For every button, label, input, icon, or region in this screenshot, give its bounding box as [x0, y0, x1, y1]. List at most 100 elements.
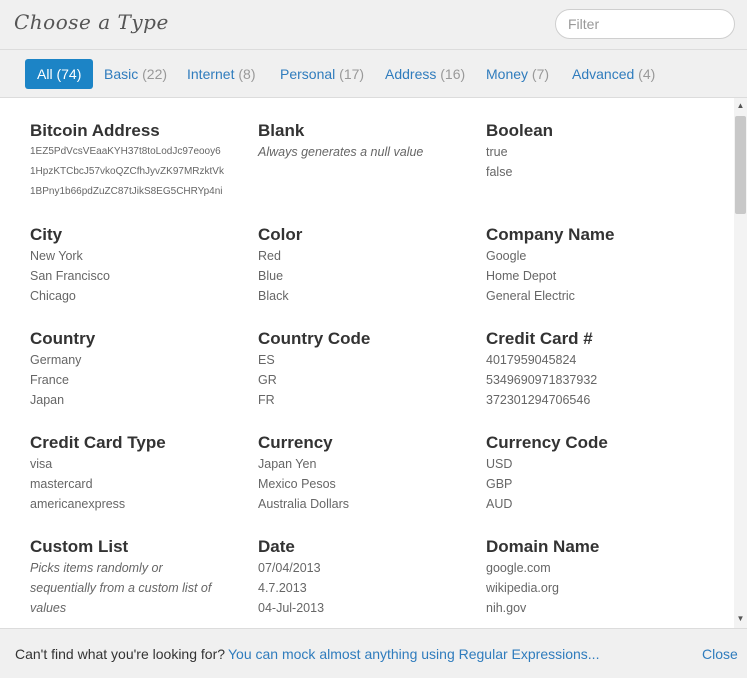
tab-advanced[interactable]: Advanced (4): [560, 59, 667, 89]
type-example: San Francisco: [30, 269, 110, 283]
type-example: GR: [258, 373, 277, 387]
close-button[interactable]: Close: [702, 646, 738, 662]
type-item[interactable]: Credit Card # 4017959045824 534969097183…: [486, 328, 701, 410]
type-example: FR: [258, 393, 275, 407]
scroll-up-arrow-icon[interactable]: ▲: [734, 99, 747, 113]
tab-address[interactable]: Address (16): [373, 59, 477, 89]
type-example: Japan: [30, 393, 65, 407]
tab-count: (17): [339, 66, 365, 82]
type-example: Red: [258, 249, 281, 263]
type-item[interactable]: Custom List Picks items randomly or sequ…: [30, 536, 245, 618]
type-example: Australia Dollars: [258, 497, 350, 511]
category-tabs: All (74) Basic (22) Internet (8) Persona…: [0, 50, 747, 98]
type-name: City: [30, 225, 63, 244]
type-example: americanexpress: [30, 497, 126, 511]
type-description: Picks items randomly or: [30, 561, 163, 575]
dialog-header: Choose a Type: [0, 0, 747, 50]
type-item[interactable]: Domain Name google.com wikipedia.org nih…: [486, 536, 701, 618]
type-name: Bitcoin Address: [30, 121, 160, 140]
footer-text: Can't find what you're looking for?: [15, 646, 226, 662]
tab-count: (22): [142, 66, 168, 82]
type-name: Domain Name: [486, 537, 600, 556]
type-name: Currency: [258, 433, 333, 452]
dialog-footer: Can't find what you're looking for? You …: [0, 628, 747, 678]
type-name: Blank: [258, 121, 305, 140]
type-item[interactable]: City New York San Francisco Chicago: [30, 224, 245, 306]
type-example: google.com: [486, 561, 551, 575]
type-example: false: [486, 165, 513, 179]
type-name: Credit Card Type: [30, 433, 166, 452]
type-example: wikipedia.org: [486, 581, 559, 595]
tab-label: All: [37, 66, 53, 82]
type-example: ES: [258, 353, 275, 367]
type-example: 5349690971837932: [486, 373, 598, 387]
type-example: 1BPny1b66pdZuZC87tJikS8EG5CHRYp4ni: [30, 186, 223, 197]
type-name: Currency Code: [486, 433, 608, 452]
type-example: 372301294706546: [486, 393, 591, 407]
type-name: Country Code: [258, 329, 371, 348]
type-name: Color: [258, 225, 303, 244]
regex-link[interactable]: You can mock almost anything using Regul…: [228, 646, 599, 662]
type-example: nih.gov: [486, 601, 527, 615]
tab-count: (74): [56, 66, 82, 82]
tab-all[interactable]: All (74): [25, 59, 94, 89]
filter-input[interactable]: [555, 9, 735, 39]
tab-label: Address: [385, 66, 437, 82]
type-description: values: [30, 601, 67, 615]
type-example: 4.7.2013: [258, 581, 307, 595]
type-item[interactable]: Credit Card Type visa mastercard america…: [30, 432, 245, 514]
type-example: Home Depot: [486, 269, 557, 283]
type-item[interactable]: Currency Code USD GBP AUD: [486, 432, 701, 514]
type-example: 4017959045824: [486, 353, 577, 367]
type-example: Blue: [258, 269, 284, 283]
tab-count: (7): [531, 66, 550, 82]
type-example: Chicago: [30, 289, 76, 303]
type-example: Mexico Pesos: [258, 477, 336, 491]
tab-count: (16): [440, 66, 466, 82]
type-example: France: [30, 373, 69, 387]
tab-money[interactable]: Money (7): [474, 59, 561, 89]
type-name: Custom List: [30, 537, 129, 556]
type-item[interactable]: Date 07/04/2013 4.7.2013 04-Jul-2013: [258, 536, 473, 618]
tab-basic[interactable]: Basic (22): [92, 59, 179, 89]
scroll-down-arrow-icon[interactable]: ▼: [734, 612, 747, 626]
tab-label: Internet: [187, 66, 235, 82]
tab-personal[interactable]: Personal (17): [268, 59, 376, 89]
tab-internet[interactable]: Internet (8): [175, 59, 268, 89]
vertical-scrollbar[interactable]: ▲ ▼: [734, 98, 747, 628]
type-item[interactable]: Currency Japan Yen Mexico Pesos Australi…: [258, 432, 473, 514]
type-example: AUD: [486, 497, 513, 511]
tab-label: Money: [486, 66, 529, 82]
type-description: Always generates a null value: [258, 145, 424, 159]
type-name: Credit Card #: [486, 329, 593, 348]
tab-count: (4): [638, 66, 656, 82]
tab-label: Personal: [280, 66, 336, 82]
type-description: sequentially from a custom list of: [30, 581, 212, 595]
type-example: visa: [30, 457, 53, 471]
type-item[interactable]: Country Germany France Japan: [30, 328, 245, 410]
type-item[interactable]: Boolean true false: [486, 120, 701, 182]
type-item[interactable]: Country Code ES GR FR: [258, 328, 473, 410]
type-item[interactable]: Blank Always generates a null value: [258, 120, 473, 162]
type-example: Black: [258, 289, 289, 303]
type-example: true: [486, 145, 508, 159]
type-example: New York: [30, 249, 83, 263]
type-example: 1EZ5PdVcsVEaaKYH37t8toLodJc97eooy6: [30, 146, 221, 157]
tab-label: Basic: [104, 66, 139, 82]
type-item[interactable]: Bitcoin Address 1EZ5PdVcsVEaaKYH37t8toLo…: [30, 120, 245, 202]
type-example: 04-Jul-2013: [258, 601, 325, 615]
type-name: Boolean: [486, 121, 554, 140]
type-item[interactable]: Company Name Google Home Depot General E…: [486, 224, 701, 306]
tab-label: Advanced: [572, 66, 635, 82]
type-name: Country: [30, 329, 96, 348]
type-name: Date: [258, 537, 295, 556]
type-example: USD: [486, 457, 513, 471]
type-example: 07/04/2013: [258, 561, 321, 575]
dialog-title: Choose a Type: [14, 10, 169, 34]
type-example: Germany: [30, 353, 82, 367]
type-item[interactable]: Color Red Blue Black: [258, 224, 473, 306]
type-example: 1HpzKTCbcJ57vkoQZCfhJyvZK97MRzktVk: [30, 166, 224, 177]
type-example: Google: [486, 249, 527, 263]
scrollbar-thumb[interactable]: [735, 116, 746, 214]
type-example: mastercard: [30, 477, 93, 491]
